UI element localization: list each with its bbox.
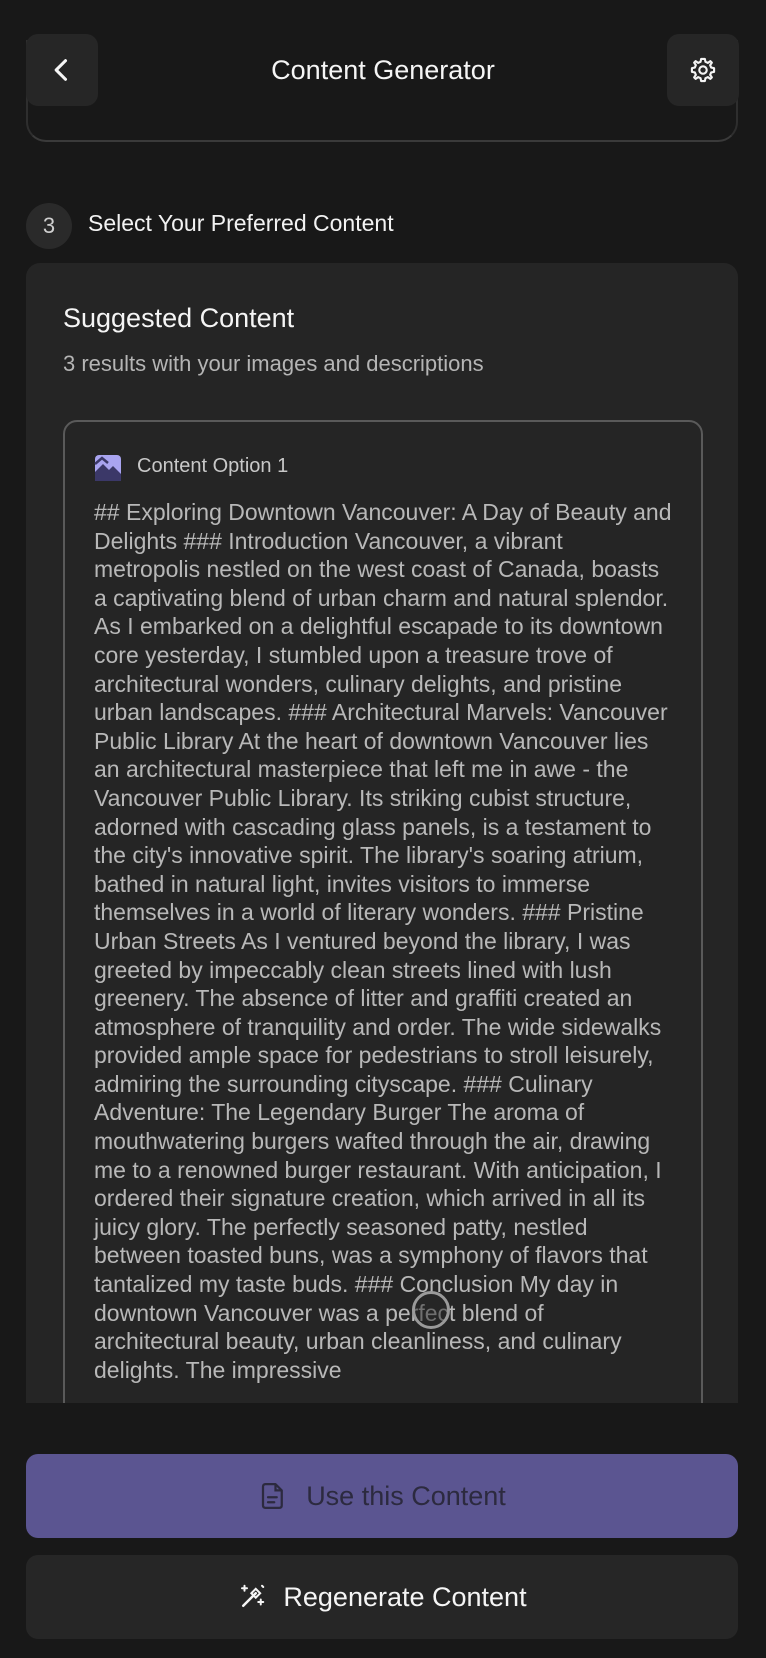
settings-button[interactable] (667, 34, 739, 106)
content-option-text: ## Exploring Downtown Vancouver: A Day o… (94, 499, 672, 1383)
panel-subtitle: 3 results with your images and descripti… (63, 351, 484, 376)
gear-icon (690, 57, 716, 83)
panel-title: Suggested Content (63, 303, 295, 333)
content-option-icon (94, 455, 121, 481)
magic-wand-icon (241, 1584, 265, 1607)
touch-cursor (412, 1291, 450, 1329)
content-option-card[interactable]: Content Option 1 ## Exploring Downtown V… (63, 420, 703, 1403)
regenerate-content-label: Regenerate Content (283, 1581, 527, 1612)
top-bar: Content Generator (0, 0, 766, 142)
step-title: Select Your Preferred Content (88, 210, 394, 236)
page-title: Content Generator (271, 55, 495, 85)
regenerate-content-button[interactable]: Regenerate Content (26, 1555, 738, 1639)
use-content-button[interactable]: Use this Content (26, 1454, 738, 1538)
suggested-content-panel: Suggested Content 3 results with your im… (26, 263, 738, 1403)
step-number-badge: 3 (26, 203, 72, 249)
content-option-label: Content Option 1 (137, 455, 289, 477)
use-content-label: Use this Content (306, 1480, 506, 1511)
document-icon (262, 1483, 284, 1509)
